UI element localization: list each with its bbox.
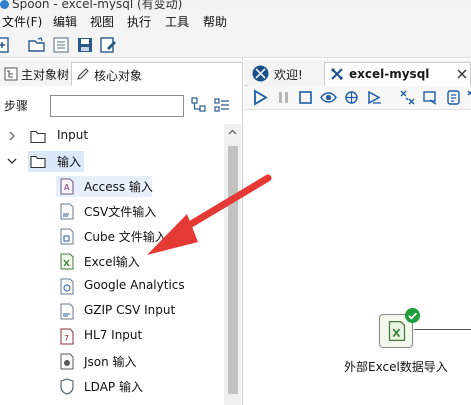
tab-core-objects[interactable]: 核心对象 (71, 62, 243, 86)
tree-item-label: CSV文件输入 (84, 205, 157, 219)
transformation-canvas[interactable]: 外部Excel数据导入 (244, 110, 471, 405)
verify-icon[interactable] (399, 89, 416, 106)
csv-file-input-icon (60, 203, 74, 220)
excel-input-icon (388, 321, 406, 341)
replay-icon[interactable] (366, 89, 383, 106)
menu-tools[interactable]: 工具 (165, 13, 189, 30)
menu-file[interactable]: 文件(F) (2, 13, 42, 30)
expand-all-icon[interactable] (191, 97, 207, 113)
cube-file-input-icon (60, 228, 74, 245)
step-search-row: 步骤 (0, 92, 243, 118)
open-folder-icon[interactable] (28, 36, 46, 54)
window-titlebar: Spoon - excel-mysql (有变动) (0, 0, 471, 10)
hl7-input-icon: 7 (60, 328, 74, 345)
chevron-down-icon[interactable] (6, 155, 18, 167)
main-toolbar (0, 32, 471, 58)
step-gzip-csv-input[interactable]: GZIP CSV Input (0, 299, 222, 324)
svg-text:A: A (64, 183, 70, 192)
step-cube-file-input[interactable]: Cube 文件输入 (0, 224, 222, 249)
gzip-csv-input-icon (60, 303, 74, 320)
spoon-app-icon (0, 0, 9, 9)
tree-item-label: LDAP 输入 (84, 380, 143, 394)
json-input-icon (60, 353, 74, 370)
excel-input-icon (60, 253, 74, 270)
sql-icon[interactable] (445, 89, 462, 106)
right-tab-bar: 欢迎! excel-mysql (244, 60, 471, 86)
tree-item-label: HL7 Input (84, 328, 143, 342)
tree-item-label: 输入 (57, 155, 82, 169)
left-tab-bar: 主对象树 核心对象 (0, 60, 243, 86)
tree-folder-input[interactable]: Input (0, 124, 222, 149)
menu-view[interactable]: 视图 (90, 13, 114, 30)
left-panel: 主对象树 核心对象 步骤 Input 输入 A Access 输入 CSV文件输… (0, 58, 243, 405)
welcome-icon (252, 65, 269, 82)
explore-repository-icon[interactable] (52, 36, 70, 54)
tree-item-label: Excel输入 (84, 255, 140, 269)
step-csv-file-input[interactable]: CSV文件输入 (0, 199, 222, 224)
save-icon[interactable] (76, 36, 94, 54)
menu-bar: 文件(F) 编辑 视图 执行 工具 帮助 (0, 10, 471, 32)
scroll-up-icon[interactable] (228, 128, 237, 137)
save-as-icon[interactable] (99, 36, 117, 54)
tree-item-label: Json 输入 (84, 355, 137, 369)
step-json-input[interactable]: Json 输入 (0, 349, 222, 374)
menu-edit[interactable]: 编辑 (53, 13, 77, 30)
preview-icon[interactable] (320, 89, 337, 106)
window-title: Spoon - excel-mysql (有变动) (12, 0, 183, 10)
new-file-icon[interactable] (0, 36, 12, 54)
collapse-all-icon[interactable] (214, 97, 230, 113)
success-check-icon (405, 308, 420, 323)
tree-item-label: Input (57, 128, 89, 142)
tab-welcome[interactable]: 欢迎! (248, 62, 324, 86)
hop-line (414, 329, 471, 330)
menu-run[interactable]: 执行 (127, 13, 151, 30)
ldap-input-icon (60, 378, 74, 395)
menu-help[interactable]: 帮助 (203, 13, 227, 30)
tree-icon (4, 67, 18, 81)
access-input-icon: A (60, 178, 74, 195)
step-tree: Input 输入 A Access 输入 CSV文件输入 Cube 文件输入 E… (0, 124, 222, 405)
search-label: 步骤 (4, 99, 29, 113)
step-hl7-input[interactable]: 7 HL7 Input (0, 324, 222, 349)
pencil-icon (77, 68, 89, 80)
step-google-analytics[interactable]: Google Analytics (0, 274, 222, 299)
tab-main-object-tree[interactable]: 主对象树 (0, 62, 71, 86)
step-excel-input[interactable]: Excel输入 (0, 249, 222, 274)
debug-icon[interactable] (343, 89, 360, 106)
tree-item-label: Google Analytics (84, 278, 185, 292)
tree-item-label: GZIP CSV Input (84, 303, 176, 317)
analyze-impact-icon[interactable] (422, 89, 439, 106)
step-access-input[interactable]: A Access 输入 (0, 174, 222, 199)
right-panel: 欢迎! excel-mysql 外部Excel数据导入 (244, 58, 471, 405)
folder-icon (30, 130, 46, 144)
step-ldap-input[interactable]: LDAP 输入 (0, 374, 222, 399)
explore-db-icon[interactable] (466, 89, 471, 106)
chevron-right-icon[interactable] (6, 130, 18, 142)
tree-folder-input-cn[interactable]: 输入 (0, 149, 222, 174)
tab-label: 欢迎! (274, 68, 303, 82)
tree-scrollbar[interactable] (224, 124, 241, 405)
pause-icon[interactable] (275, 89, 292, 106)
scrollbar-thumb[interactable] (228, 146, 238, 394)
stop-icon[interactable] (297, 89, 314, 106)
folder-icon (30, 155, 46, 169)
google-analytics-icon (60, 278, 74, 295)
tab-label: 核心对象 (94, 69, 143, 83)
tab-excel-mysql[interactable]: excel-mysql (324, 62, 471, 86)
tree-item-label: Access 输入 (84, 180, 153, 194)
close-tab-icon[interactable] (457, 69, 467, 79)
canvas-step-label: 外部Excel数据导入 (344, 360, 448, 374)
tab-label: 主对象树 (21, 68, 70, 82)
search-input[interactable] (50, 95, 184, 117)
tab-label: excel-mysql (349, 67, 430, 81)
tree-item-label: Cube 文件输入 (84, 230, 167, 244)
transformation-toolbar (244, 86, 471, 110)
svg-text:7: 7 (64, 334, 69, 343)
transformation-icon (331, 68, 343, 80)
run-icon[interactable] (252, 89, 269, 106)
